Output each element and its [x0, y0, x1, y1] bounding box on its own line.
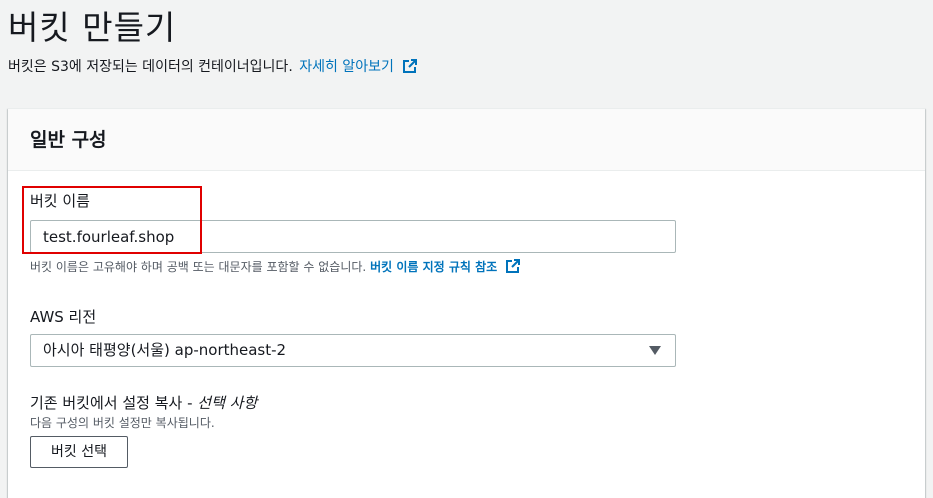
- page-header: 버킷 만들기 버킷은 S3에 저장되는 데이터의 컨테이너입니다. 자세히 알아…: [8, 8, 933, 78]
- external-link-icon: [506, 259, 521, 273]
- region-label: AWS 리전: [30, 308, 97, 326]
- page-title: 버킷 만들기: [8, 8, 177, 47]
- create-bucket-page: 버킷 만들기 버킷은 S3에 저장되는 데이터의 컨테이너입니다. 자세히 알아…: [0, 0, 933, 498]
- copy-settings-label: 기존 버킷에서 설정 복사 - 선택 사항: [30, 392, 257, 414]
- copy-settings-hint: 다음 구성의 버킷 설정만 복사됩니다.: [30, 416, 215, 430]
- region-field: AWS 리전 아시아 태평양(서울) ap-northeast-2: [30, 306, 676, 367]
- naming-rules-label: 버킷 이름 지정 규칙 참조: [370, 260, 498, 274]
- copy-settings-label-text: 기존 버킷에서 설정 복사 -: [30, 394, 193, 412]
- bucket-name-label: 버킷 이름: [30, 192, 90, 210]
- panel-title: 일반 구성: [30, 129, 107, 151]
- external-link-icon: [403, 59, 418, 73]
- optional-tag: 선택 사항: [197, 394, 258, 412]
- learn-more-label: 자세히 알아보기: [299, 59, 394, 75]
- learn-more-link[interactable]: 자세히 알아보기: [299, 59, 418, 75]
- caret-down-icon: [649, 346, 661, 355]
- bucket-name-field: 버킷 이름 버킷 이름은 고유해야 하며 공백 또는 대문자를 포함할 수 없습…: [30, 190, 676, 276]
- region-selected-value: 아시아 태평양(서울) ap-northeast-2: [43, 341, 287, 359]
- bucket-name-hint-text: 버킷 이름은 고유해야 하며 공백 또는 대문자를 포함할 수 없습니다.: [30, 260, 367, 274]
- naming-rules-link[interactable]: 버킷 이름 지정 규칙 참조: [370, 259, 521, 274]
- choose-bucket-button[interactable]: 버킷 선택: [30, 436, 128, 468]
- copy-settings-field: 기존 버킷에서 설정 복사 - 선택 사항 다음 구성의 버킷 설정만 복사됩니…: [30, 392, 257, 468]
- bucket-name-input[interactable]: [30, 220, 676, 253]
- bucket-name-hint: 버킷 이름은 고유해야 하며 공백 또는 대문자를 포함할 수 없습니다. 버킷…: [30, 258, 676, 276]
- region-select[interactable]: 아시아 태평양(서울) ap-northeast-2: [30, 334, 676, 367]
- panel-header: 일반 구성: [8, 109, 925, 171]
- description-text: 버킷은 S3에 저장되는 데이터의 컨테이너입니다.: [8, 59, 293, 75]
- page-description: 버킷은 S3에 저장되는 데이터의 컨테이너입니다. 자세히 알아보기: [8, 56, 933, 78]
